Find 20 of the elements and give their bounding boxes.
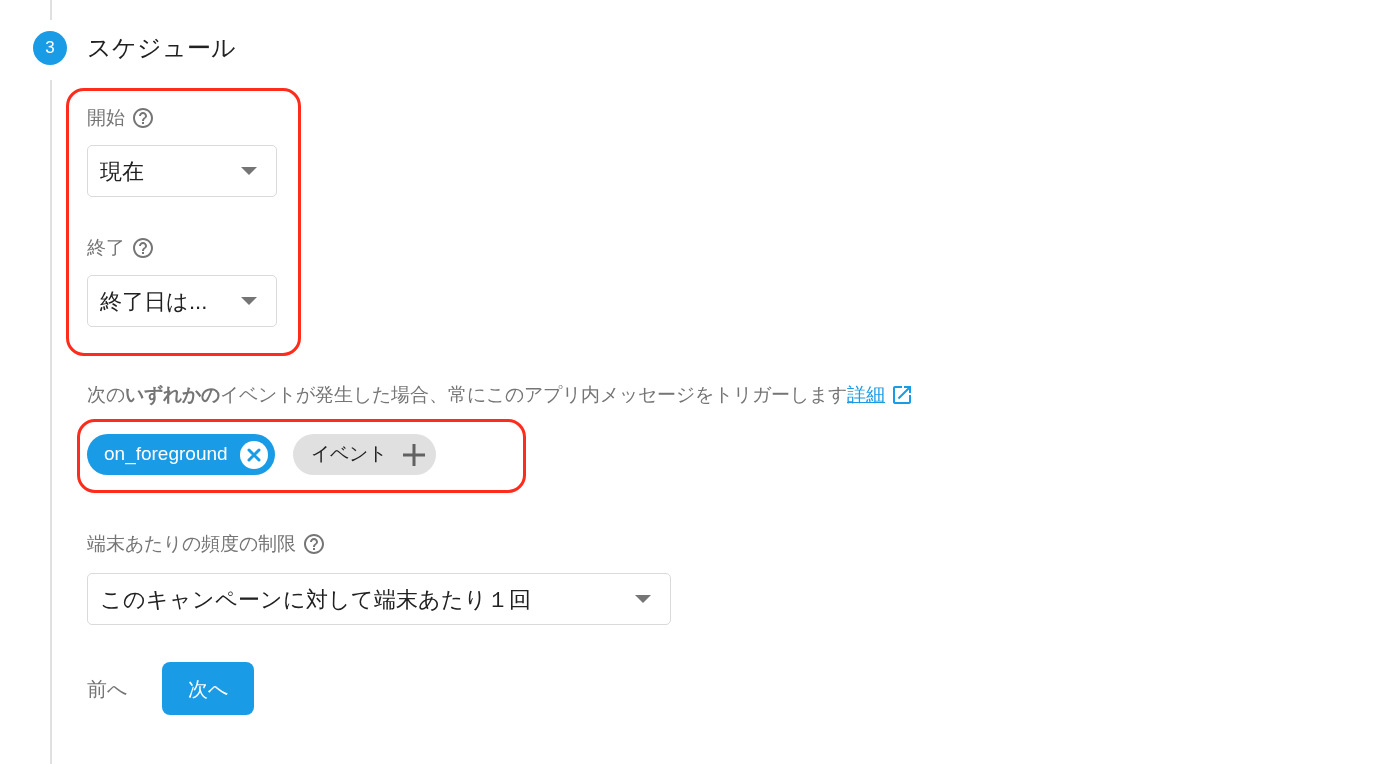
field-label: 終了 (87, 236, 125, 260)
help-icon[interactable] (133, 108, 153, 128)
help-icon[interactable] (304, 534, 324, 554)
caret-icon (241, 297, 257, 305)
external-link-icon[interactable] (893, 386, 911, 404)
dropdown-field[interactable]: このキャンペーンに対して端末あたり１回 (87, 573, 671, 625)
add-event-chip[interactable]: イベント (292, 434, 436, 475)
step-number-badge: 3 (33, 31, 67, 65)
field-label: 端末あたりの頻度の制限 (87, 532, 296, 556)
caret-icon (635, 595, 651, 603)
remove-icon[interactable] (239, 440, 268, 469)
dropdown-field[interactable]: 現在 (87, 145, 277, 197)
field-label: 開始 (87, 106, 125, 130)
plus-icon[interactable] (402, 443, 425, 466)
trigger-description: 次のいずれかのイベントが発生した場合、常にこのアプリ内メッセージをトリガーします詳細 (87, 383, 885, 407)
help-icon[interactable] (133, 238, 153, 258)
back-button[interactable]: 前へ (87, 662, 127, 715)
section-title: スケジュール (87, 33, 236, 63)
dropdown-field[interactable]: 終了日は... (87, 275, 277, 327)
caret-icon (241, 167, 257, 175)
